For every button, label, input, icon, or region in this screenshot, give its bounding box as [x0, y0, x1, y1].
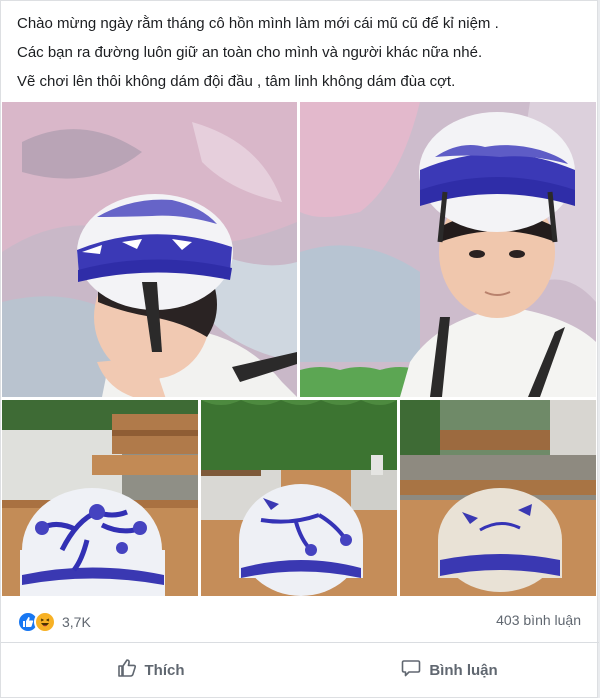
post-text-line: Các bạn ra đường luôn giữ an toàn cho mì…: [17, 44, 483, 61]
comment-button[interactable]: Bình luận: [300, 644, 599, 696]
like-label: Thích: [144, 661, 185, 679]
post-stats-bar: 3,7K 403 bình luận: [1, 599, 599, 643]
reaction-count: 3,7K: [62, 614, 91, 630]
comment-bubble-icon: [401, 658, 421, 682]
reactions-summary[interactable]: 3,7K: [17, 611, 91, 633]
like-button[interactable]: Thích: [1, 644, 300, 696]
post-text: Chào mừng ngày rằm tháng cô hồn mình làm…: [17, 9, 587, 96]
post-text-line: Vẽ chơi lên thôi không dám đội đầu , tâm…: [17, 73, 456, 90]
photo-1[interactable]: [2, 102, 297, 397]
post-text-line: Chào mừng ngày rằm tháng cô hồn mình làm…: [17, 15, 499, 32]
comment-count[interactable]: 403 bình luận: [496, 612, 581, 628]
post-card: Chào mừng ngày rằm tháng cô hồn mình làm…: [0, 0, 599, 698]
photo-5[interactable]: [400, 400, 596, 596]
photo-4[interactable]: [201, 400, 397, 596]
haha-reaction-icon: [34, 611, 56, 633]
post-actions: Thích Bình luận: [1, 644, 599, 696]
comment-label: Bình luận: [429, 661, 498, 679]
photo-2[interactable]: [300, 102, 596, 397]
thumbs-up-icon: [117, 658, 137, 682]
photo-3[interactable]: [2, 400, 198, 596]
